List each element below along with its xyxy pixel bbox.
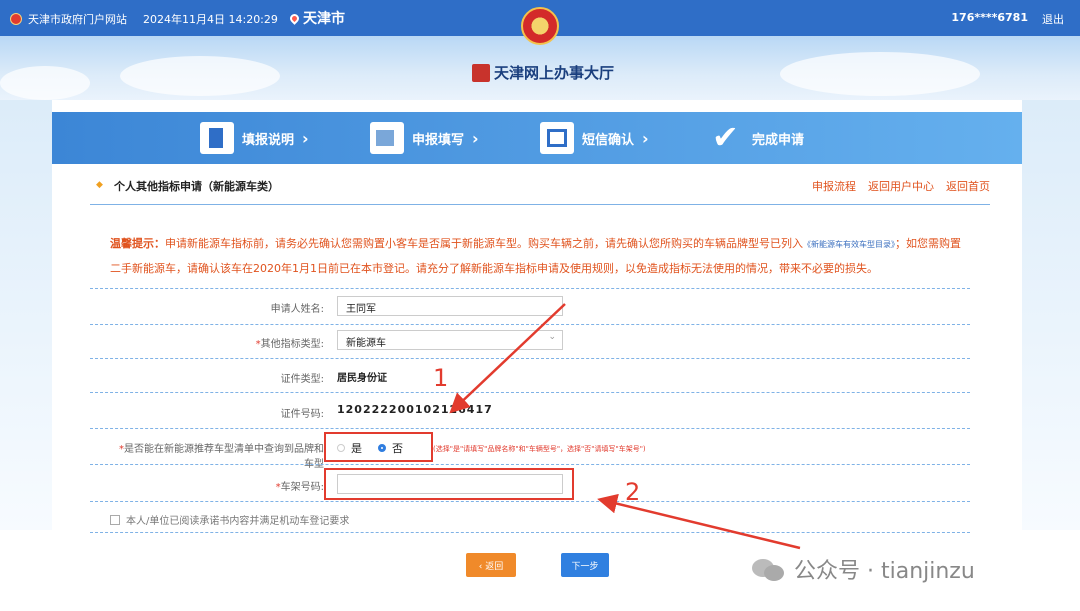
watermark-text: 公众号 · tianjinzu xyxy=(794,559,975,584)
arrow-2 xyxy=(597,493,801,550)
annotation-arrows xyxy=(449,303,801,550)
annotation-number-1: 1 xyxy=(433,364,449,392)
annotation-number-2: 2 xyxy=(625,478,641,506)
arrow-1 xyxy=(449,303,566,414)
watermark: 公众号 · tianjinzu xyxy=(752,553,975,585)
wechat-icon xyxy=(752,555,786,583)
